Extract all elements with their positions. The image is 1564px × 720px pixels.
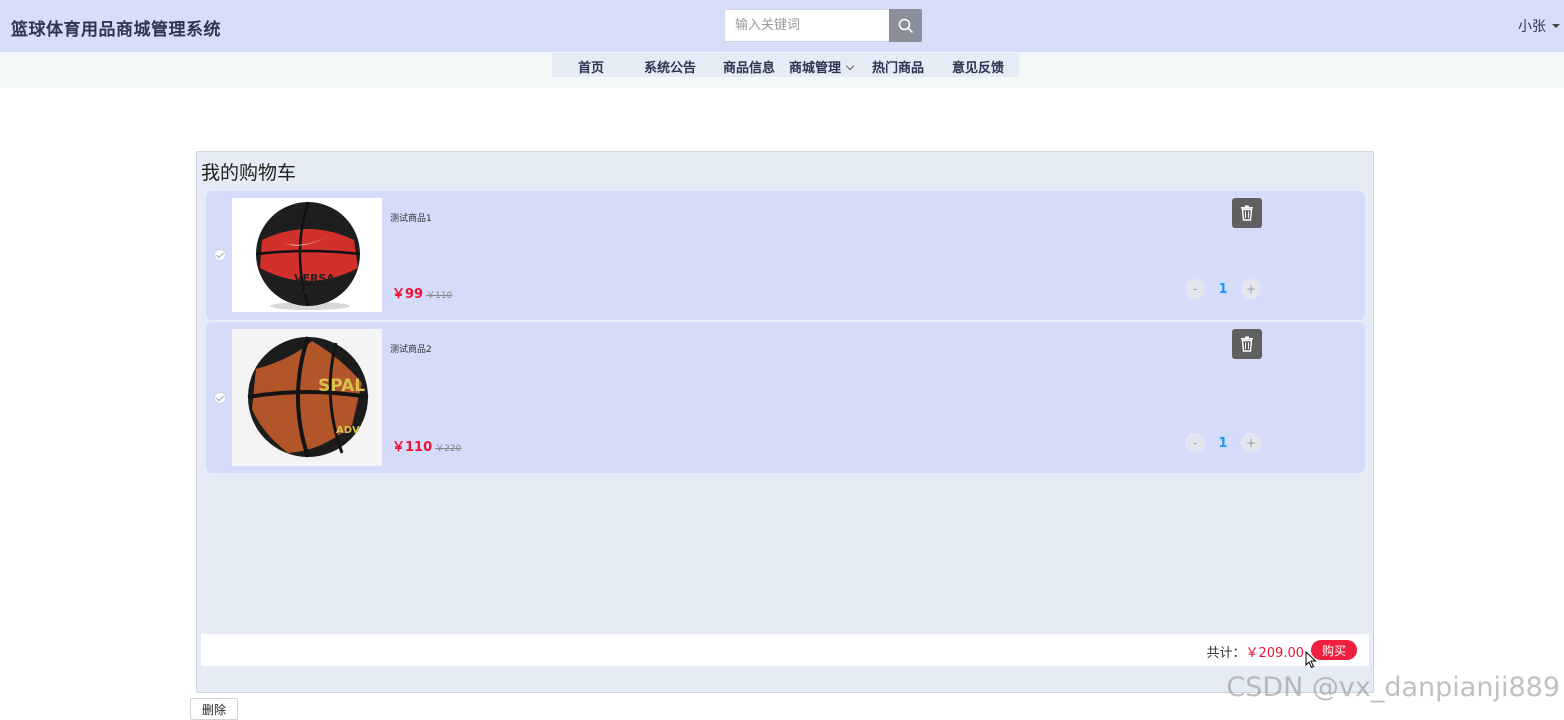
- search-button[interactable]: [889, 9, 922, 42]
- app-title: 篮球体育用品商城管理系统: [11, 20, 221, 40]
- item-price: ￥110 ￥220: [392, 436, 461, 455]
- item-checkbox[interactable]: [214, 392, 226, 404]
- delete-selected-button[interactable]: 删除: [190, 698, 238, 720]
- top-header: 篮球体育用品商城管理系统 小张: [0, 0, 1564, 52]
- cart-total-bar: 共计：￥209.00 购买: [201, 634, 1369, 666]
- basketball-nike-icon: VERSA TACK: [232, 198, 382, 312]
- cart-panel: 我的购物车 VERSA TACK 测试商品1 ￥99 ￥110 - 1 + SP…: [196, 151, 1374, 693]
- nav-item-mall-management-label: 商城管理: [789, 61, 842, 76]
- search-icon: [898, 18, 913, 33]
- nav-item-products[interactable]: 商品信息: [723, 57, 775, 76]
- increase-qty-button[interactable]: +: [1241, 433, 1261, 453]
- total-summary: 共计：￥209.00: [1206, 642, 1304, 661]
- caret-down-icon: [1552, 24, 1560, 28]
- quantity-value: 1: [1218, 281, 1228, 297]
- nav-item-mall-management[interactable]: 商城管理: [789, 57, 855, 76]
- original-price: ￥220: [435, 444, 462, 454]
- user-menu[interactable]: 小张: [1518, 16, 1560, 36]
- item-name: 测试商品2: [390, 345, 432, 355]
- total-label: 共计：: [1206, 646, 1246, 661]
- nav-item-announcements[interactable]: 系统公告: [644, 57, 696, 76]
- trash-icon: [1241, 205, 1253, 221]
- decrease-qty-button[interactable]: -: [1185, 433, 1205, 453]
- nav-item-hot-products[interactable]: 热门商品: [872, 57, 924, 76]
- delete-item-button[interactable]: [1232, 329, 1262, 359]
- current-price: ￥99: [392, 287, 424, 302]
- svg-text:ADV: ADV: [336, 425, 360, 436]
- item-price: ￥99 ￥110: [392, 283, 452, 302]
- delete-item-button[interactable]: [1232, 198, 1262, 228]
- buy-button[interactable]: 购买: [1311, 640, 1357, 660]
- watermark: CSDN @vx_danpianji889: [1226, 672, 1560, 703]
- increase-qty-button[interactable]: +: [1241, 279, 1261, 299]
- user-name: 小张: [1518, 19, 1546, 35]
- quantity-stepper: - 1 +: [1185, 433, 1261, 453]
- quantity-stepper: - 1 +: [1185, 279, 1261, 299]
- product-image: VERSA TACK: [232, 198, 382, 312]
- basketball-spalding-icon: SPAL ADV: [232, 329, 382, 466]
- cart-title: 我的购物车: [201, 162, 297, 184]
- nav-item-home[interactable]: 首页: [578, 57, 604, 76]
- trash-icon: [1241, 336, 1253, 352]
- mouse-cursor-icon: [1305, 651, 1317, 669]
- original-price: ￥110: [426, 291, 453, 301]
- item-name: 测试商品1: [390, 214, 432, 224]
- quantity-value: 1: [1218, 435, 1228, 451]
- decrease-qty-button[interactable]: -: [1185, 279, 1205, 299]
- product-image: SPAL ADV: [232, 329, 382, 466]
- main-nav: 首页 系统公告 商品信息 商城管理 热门商品 意见反馈: [552, 53, 1019, 77]
- item-checkbox[interactable]: [214, 249, 226, 261]
- total-amount: ￥209.00: [1245, 646, 1305, 661]
- nav-item-feedback[interactable]: 意见反馈: [952, 57, 1004, 76]
- cart-item: SPAL ADV 测试商品2 ￥110 ￥220 - 1 +: [206, 322, 1365, 473]
- current-price: ￥110: [392, 440, 433, 455]
- cart-item: VERSA TACK 测试商品1 ￥99 ￥110 - 1 +: [206, 191, 1365, 320]
- svg-text:TACK: TACK: [296, 284, 328, 297]
- search-input[interactable]: [724, 9, 890, 42]
- svg-text:SPAL: SPAL: [318, 376, 365, 396]
- chevron-down-icon: [845, 61, 855, 71]
